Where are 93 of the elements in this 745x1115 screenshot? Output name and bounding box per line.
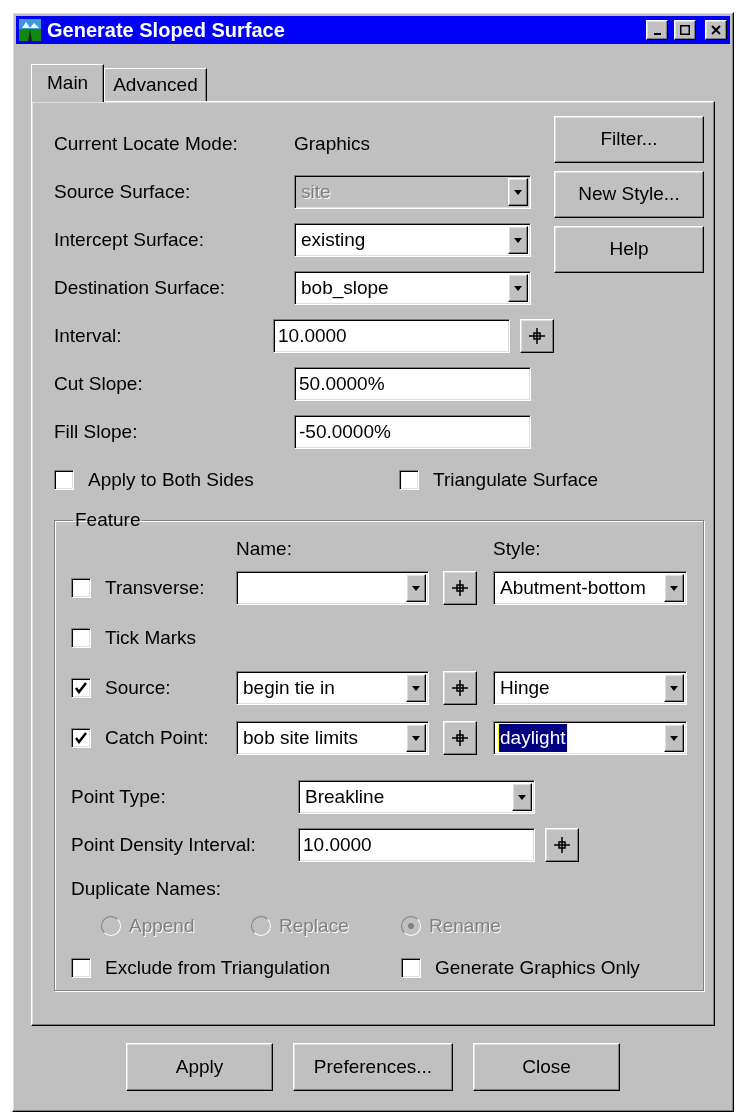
check-icon [75, 732, 87, 744]
group-title: Feature [74, 508, 142, 532]
tab[interactable]: Main [31, 64, 105, 102]
caret-icon [670, 585, 678, 591]
checkbox[interactable] [71, 728, 91, 748]
dropdown-arrow-button[interactable] [406, 724, 426, 752]
field-value: Graphics [294, 131, 371, 156]
field-label: Duplicate Names: [71, 877, 222, 901]
caret-icon [412, 735, 420, 741]
minimize-icon [653, 33, 661, 35]
pick-button[interactable] [520, 319, 554, 353]
checkbox-label: Transverse: [105, 575, 205, 600]
caret-icon [670, 735, 678, 741]
dropdown[interactable]: bob_slope [294, 271, 531, 305]
close-button[interactable] [705, 20, 727, 40]
field-label: Fill Slope: [54, 419, 139, 444]
checkbox[interactable] [71, 958, 91, 979]
dropdown[interactable]: begin tie in [236, 671, 429, 705]
field-label: Interval: [54, 323, 123, 348]
dropdown-arrow-button[interactable] [664, 674, 684, 702]
crosshair-icon [452, 730, 468, 746]
dropdown[interactable]: Abutment-bottom [493, 571, 687, 605]
crosshair-icon [452, 680, 468, 696]
checkbox-label: Triangulate Surface [433, 467, 599, 492]
dropdown-arrow-button[interactable] [512, 783, 532, 811]
checkbox-label: Catch Point: [105, 725, 209, 750]
dropdown[interactable]: Breakline [298, 780, 535, 814]
crosshair-icon [452, 580, 468, 596]
field-label: Source Surface: [54, 179, 192, 204]
checkbox[interactable] [71, 628, 91, 648]
checkbox[interactable] [401, 958, 421, 979]
checkbox[interactable] [399, 470, 419, 490]
pick-button[interactable] [545, 828, 579, 862]
dialog-button[interactable]: Close [473, 1043, 620, 1091]
app-icon [19, 19, 41, 41]
input-field[interactable]: -50.0000% [294, 415, 531, 449]
dropdown-arrow-button[interactable] [406, 574, 426, 602]
dropdown-arrow-button[interactable] [664, 724, 684, 752]
dialog-button[interactable]: New Style... [554, 171, 704, 218]
column-header: Style: [493, 536, 542, 561]
dialog-button[interactable]: Filter... [554, 116, 704, 163]
field-label: Cut Slope: [54, 371, 144, 396]
pick-button[interactable] [443, 671, 477, 705]
checkbox-label: Source: [105, 675, 171, 700]
close-icon [711, 25, 721, 35]
checkbox-label: Exclude from Triangulation [105, 956, 330, 980]
dropdown[interactable]: daylight [493, 721, 687, 755]
dropdown-arrow-button[interactable] [406, 674, 426, 702]
dialog-button[interactable]: Apply [126, 1043, 273, 1091]
dialog-button[interactable]: Help [554, 226, 704, 273]
crosshair-icon [529, 328, 545, 344]
checkbox[interactable] [71, 578, 91, 598]
field-label: Intercept Surface: [54, 227, 205, 252]
radio-label: Append [129, 913, 195, 938]
dropdown-arrow-button[interactable] [664, 574, 684, 602]
maximize-icon [680, 25, 690, 35]
input-field[interactable]: 10.0000 [273, 319, 510, 353]
radio-label: Rename [429, 913, 501, 938]
minimize-button[interactable] [646, 20, 668, 40]
checkbox-label: Tick Marks [105, 625, 197, 650]
dropdown-arrow-button[interactable] [508, 226, 528, 254]
field-label: Current Locate Mode: [54, 131, 239, 156]
caret-icon [514, 285, 522, 291]
dialog-button[interactable]: Preferences... [293, 1043, 453, 1091]
caret-icon [514, 237, 522, 243]
pick-button[interactable] [443, 571, 477, 605]
maximize-button[interactable] [674, 20, 696, 40]
caret-icon [518, 794, 526, 800]
checkbox-label: Generate Graphics Only [435, 956, 640, 980]
dropdown[interactable]: Hinge [493, 671, 687, 705]
check-icon [75, 682, 87, 694]
dropdown[interactable]: bob site limits [236, 721, 429, 755]
dropdown-arrow-button[interactable] [508, 274, 528, 302]
radio-label: Replace [279, 913, 349, 938]
tab[interactable]: Advanced [104, 68, 207, 101]
column-header: Name: [236, 536, 293, 561]
pick-button[interactable] [443, 721, 477, 755]
field-label: Point Type: [71, 784, 167, 809]
caret-icon [670, 685, 678, 691]
checkbox[interactable] [71, 678, 91, 698]
window-title: Generate Sloped Surface [47, 18, 286, 43]
caret-icon [514, 189, 522, 195]
dropdown[interactable]: existing [294, 223, 531, 257]
caret-icon [412, 585, 420, 591]
checkbox-label: Apply to Both Sides [88, 467, 254, 492]
field-label: Point Density Interval: [71, 832, 257, 857]
checkbox[interactable] [54, 470, 74, 490]
input-field[interactable]: 10.0000 [298, 828, 535, 862]
input-field[interactable]: 50.0000% [294, 367, 531, 401]
crosshair-icon [554, 837, 570, 853]
dropdown[interactable] [236, 571, 429, 605]
caret-icon [412, 685, 420, 691]
field-label: Destination Surface: [54, 275, 227, 300]
